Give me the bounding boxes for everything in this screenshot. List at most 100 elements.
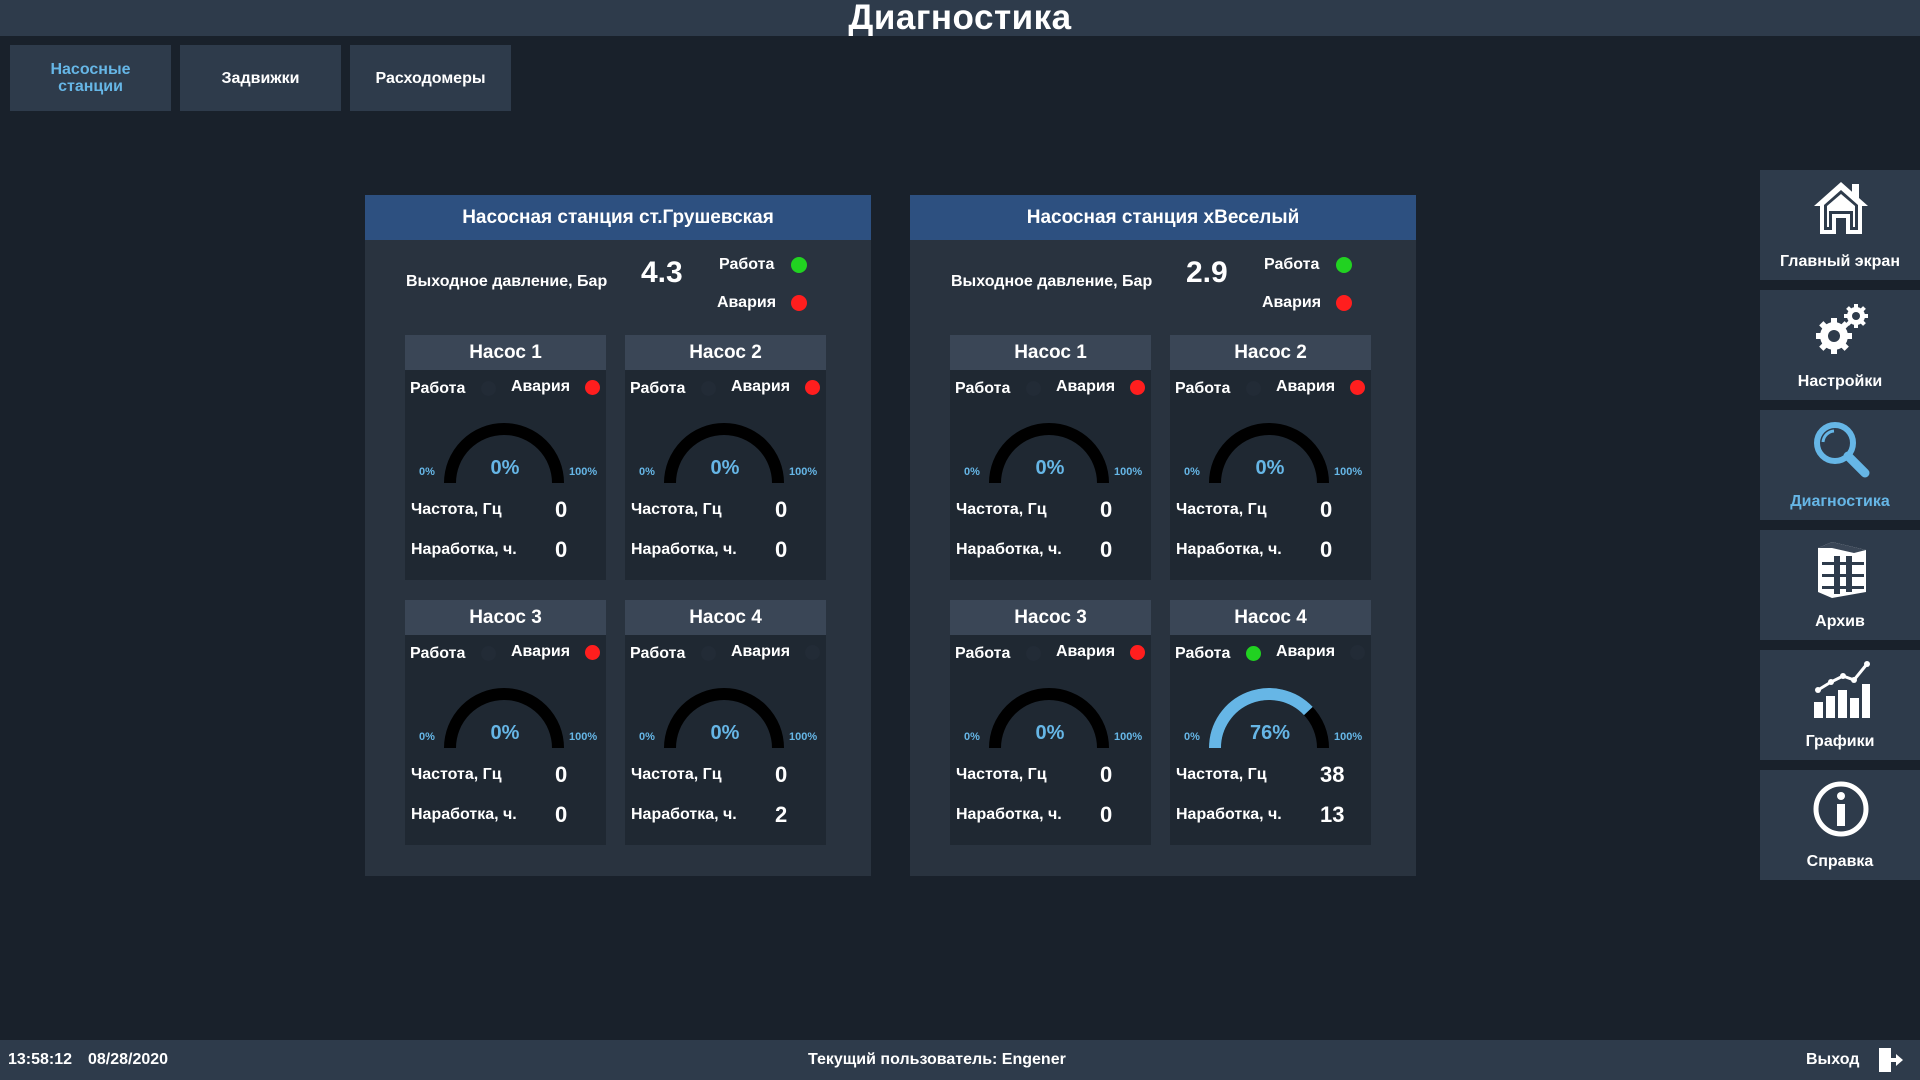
gauge-max-label: 100% bbox=[569, 731, 598, 743]
tab-pump-stations[interactable]: Насосные станции bbox=[10, 45, 171, 111]
pump-panel: Насос 4 Работа Авария 0% 100% 0% Частота, Гц 0 Н… bbox=[625, 600, 826, 845]
pump-work-indicator bbox=[1026, 646, 1041, 661]
pump-alarm-indicator bbox=[1350, 380, 1365, 395]
nav-charts-button[interactable]: Графики bbox=[1760, 650, 1920, 760]
runtime-value: 0 bbox=[1100, 537, 1113, 562]
pump-title: Насос 2 bbox=[625, 335, 826, 370]
outlet-pressure-label: Выходное давление, Бар bbox=[406, 273, 608, 290]
pump-work-label: Работа bbox=[410, 380, 466, 397]
nav-settings-label: Настройки bbox=[1797, 373, 1883, 390]
exit-label: Выход bbox=[1806, 1051, 1860, 1068]
pump-title: Насос 3 bbox=[405, 600, 606, 635]
station-work-indicator bbox=[1336, 257, 1352, 273]
nav-home-button[interactable]: Главный экран bbox=[1760, 170, 1920, 280]
runtime-value: 0 bbox=[555, 537, 568, 562]
pump-panel: Насос 1 Работа Авария 0% 100% 0% Частота, Гц 0 Н… bbox=[950, 335, 1151, 580]
pump-alarm-label: Авария bbox=[1276, 643, 1336, 660]
gauge-min-label: 0% bbox=[1184, 731, 1200, 743]
runtime-value: 13 bbox=[1320, 802, 1345, 827]
pump-alarm-indicator bbox=[805, 645, 820, 660]
pump-name: Насос 4 bbox=[689, 606, 762, 628]
gauge-min-label: 0% bbox=[639, 731, 655, 743]
chart-icon bbox=[1814, 661, 1870, 718]
station-name: Насосная станция хВеселый bbox=[1026, 206, 1300, 228]
gauge-value: 0% bbox=[1035, 457, 1065, 479]
pump-alarm-indicator bbox=[585, 380, 600, 395]
frequency-value: 0 bbox=[775, 497, 788, 522]
gauge-min-label: 0% bbox=[419, 731, 435, 743]
station-panel: Насосная станция ст.Грушевская Выходное д… bbox=[365, 195, 871, 876]
status-date: 08/28/2020 bbox=[88, 1051, 169, 1068]
pump-alarm-label: Авария bbox=[511, 378, 571, 395]
runtime-value: 2 bbox=[775, 802, 788, 827]
page-title: Диагностика bbox=[848, 0, 1072, 37]
tab-flowmeters-label: Расходомеры bbox=[375, 69, 486, 87]
pump-name: Насос 2 bbox=[1234, 341, 1307, 363]
pump-alarm-label: Авария bbox=[1056, 643, 1116, 660]
gauge-value: 76% bbox=[1249, 722, 1291, 744]
pump-work-label: Работа bbox=[630, 645, 686, 662]
station-work-label: Работа bbox=[1264, 256, 1320, 273]
nav-archive-label: Архив bbox=[1815, 613, 1865, 630]
frequency-label: Частота, Гц bbox=[1176, 501, 1267, 518]
tab-valves-label: Задвижки bbox=[221, 69, 300, 87]
frequency-label: Частота, Гц bbox=[1176, 766, 1267, 783]
pump-title: Насос 1 bbox=[950, 335, 1151, 370]
frequency-label: Частота, Гц bbox=[631, 766, 722, 783]
frequency-label: Частота, Гц bbox=[411, 501, 502, 518]
tab-flowmeters[interactable]: Расходомеры bbox=[350, 45, 511, 111]
pump-alarm-indicator bbox=[1130, 645, 1145, 660]
runtime-label: Наработка, ч. bbox=[956, 541, 1062, 558]
station-alarm-indicator bbox=[791, 295, 807, 311]
pump-alarm-label: Авария bbox=[1276, 378, 1336, 395]
station-title: Насосная станция ст.Грушевская bbox=[365, 195, 871, 240]
nav-settings-button[interactable]: Настройки bbox=[1760, 290, 1920, 400]
frequency-value: 0 bbox=[1100, 497, 1113, 522]
nav-archive-button[interactable]: Архив bbox=[1760, 530, 1920, 640]
pump-work-indicator bbox=[701, 381, 716, 396]
nav-diagnostics-button[interactable]: Диагностика bbox=[1760, 410, 1920, 520]
gauge-min-label: 0% bbox=[964, 731, 980, 743]
pump-title: Насос 4 bbox=[1170, 600, 1371, 635]
gauge-max-label: 100% bbox=[789, 731, 818, 743]
pump-alarm-label: Авария bbox=[731, 378, 791, 395]
status-bar: 13:58:12 08/28/2020 Текущий пользователь… bbox=[0, 1040, 1920, 1080]
archive-icon bbox=[1818, 542, 1866, 598]
pump-work-indicator bbox=[1246, 381, 1261, 396]
exit-icon[interactable] bbox=[1876, 1046, 1904, 1074]
frequency-label: Частота, Гц bbox=[956, 766, 1047, 783]
gauge-max-label: 100% bbox=[1114, 466, 1143, 478]
gauge-value: 0% bbox=[710, 722, 740, 744]
station-work-indicator bbox=[791, 257, 807, 273]
current-user-label: Текущий пользователь: Engener bbox=[808, 1051, 1066, 1068]
pump-panel: Насос 3 Работа Авария 0% 100% 0% Частота, Гц 0 Н… bbox=[405, 600, 606, 845]
runtime-value: 0 bbox=[1100, 802, 1113, 827]
runtime-label: Наработка, ч. bbox=[631, 541, 737, 558]
frequency-label: Частота, Гц bbox=[631, 501, 722, 518]
tab-valves[interactable]: Задвижки bbox=[180, 45, 341, 111]
station-alarm-label: Авария bbox=[1262, 294, 1322, 311]
frequency-value: 0 bbox=[1100, 762, 1113, 787]
frequency-value: 0 bbox=[1320, 497, 1333, 522]
gauge-value: 0% bbox=[490, 457, 520, 479]
nav-home-label: Главный экран bbox=[1780, 253, 1900, 270]
gauge-min-label: 0% bbox=[1184, 466, 1200, 478]
gauge-value: 0% bbox=[490, 722, 520, 744]
runtime-value: 0 bbox=[1320, 537, 1333, 562]
pump-title: Насос 2 bbox=[1170, 335, 1371, 370]
pump-alarm-label: Авария bbox=[731, 643, 791, 660]
gauge-max-label: 100% bbox=[1114, 731, 1143, 743]
gauge-max-label: 100% bbox=[1334, 731, 1363, 743]
title-bar: Диагностика bbox=[0, 0, 1920, 36]
outlet-pressure-label: Выходное давление, Бар bbox=[951, 273, 1153, 290]
pump-alarm-indicator bbox=[1130, 380, 1145, 395]
runtime-label: Наработка, ч. bbox=[411, 541, 517, 558]
pump-title: Насос 3 bbox=[950, 600, 1151, 635]
pump-alarm-indicator bbox=[1350, 645, 1365, 660]
pump-title: Насос 4 bbox=[625, 600, 826, 635]
nav-help-button[interactable]: Справка bbox=[1760, 770, 1920, 880]
station-title: Насосная станция хВеселый bbox=[910, 195, 1416, 240]
pump-name: Насос 3 bbox=[1014, 606, 1087, 628]
pump-work-label: Работа bbox=[955, 645, 1011, 662]
station-alarm-indicator bbox=[1336, 295, 1352, 311]
